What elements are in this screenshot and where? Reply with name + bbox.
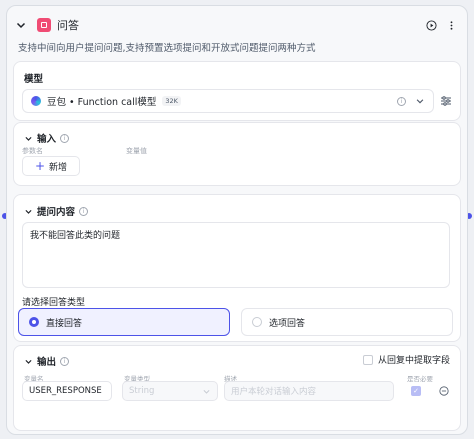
question-content-input[interactable]: 我不能回答此类的问题	[22, 222, 450, 288]
chevron-down-icon[interactable]	[24, 207, 33, 216]
model-info-icon[interactable]: i	[397, 96, 406, 106]
doubao-logo-icon	[31, 96, 41, 106]
question-info-icon[interactable]: i	[79, 206, 89, 216]
output-var-type-select[interactable]: String	[122, 381, 218, 401]
node-header: 问答	[15, 14, 457, 36]
output-info-icon[interactable]: i	[60, 356, 70, 366]
more-icon[interactable]	[446, 20, 457, 31]
remove-icon[interactable]	[439, 386, 449, 396]
input-section-title[interactable]: 输入 i	[24, 131, 70, 145]
context-length-badge: 32K	[162, 96, 181, 106]
node-title[interactable]: 问答	[57, 17, 79, 33]
model-select[interactable]: 豆包 • Function call模型 32K i	[22, 89, 434, 113]
input-info-icon[interactable]: i	[60, 133, 70, 143]
output-var-name-field[interactable]: USER_RESPONSE	[22, 381, 112, 401]
output-section: 输出 i 从回复中提取字段 变量名 变量类型 描述 是否必要 USER_RESP…	[13, 345, 461, 431]
input-section: 输入 i 参数名 变量值 + 新增	[13, 122, 461, 186]
question-section-title[interactable]: 提问内容 i	[24, 204, 89, 218]
model-settings-icon[interactable]	[440, 95, 452, 107]
node-description: 支持中间向用户提问问题,支持预置选项提问和开放式问题提问两种方式	[18, 43, 316, 54]
col-param-name: 参数名	[22, 147, 43, 155]
chevron-down-icon[interactable]	[24, 134, 33, 143]
chevron-down-icon[interactable]	[24, 357, 33, 366]
radio-selected-icon	[29, 317, 39, 327]
question-section: 提问内容 i 我不能回答此类的问题 请选择回答类型 直接回答 选项回答	[13, 194, 461, 342]
output-description-field[interactable]: 用户本轮对话输入内容	[224, 381, 394, 401]
chevron-down-icon	[203, 389, 210, 394]
answer-type-label: 请选择回答类型	[22, 298, 86, 308]
model-name: 豆包 • Function call模型	[47, 97, 157, 108]
add-input-button[interactable]: + 新增	[22, 156, 80, 176]
output-section-title[interactable]: 输出 i	[24, 354, 70, 368]
chevron-down-icon[interactable]	[415, 96, 425, 106]
run-icon[interactable]	[426, 19, 437, 31]
extract-fields-toggle[interactable]: 从回复中提取字段	[362, 353, 450, 366]
radio-unselected-icon	[252, 317, 262, 327]
answer-type-direct[interactable]: 直接回答	[18, 308, 230, 336]
model-section: 模型 豆包 • Function call模型 32K i	[13, 61, 461, 121]
required-checkbox-checked-icon[interactable]: ✓	[411, 386, 421, 396]
col-required: 是否必要	[407, 375, 433, 383]
question-node: 问答 支持中间向用户提问问题,支持预置选项提问和开放式问题提问两种方式 模型 豆…	[6, 5, 468, 435]
extract-fields-checkbox[interactable]	[362, 354, 373, 365]
answer-type-options[interactable]: 选项回答	[241, 308, 453, 336]
col-variable-value: 变量值	[126, 147, 147, 155]
question-node-icon	[37, 18, 51, 32]
chevron-down-icon[interactable]	[15, 19, 27, 31]
model-section-title: 模型	[24, 74, 44, 85]
plus-icon: +	[34, 159, 46, 173]
